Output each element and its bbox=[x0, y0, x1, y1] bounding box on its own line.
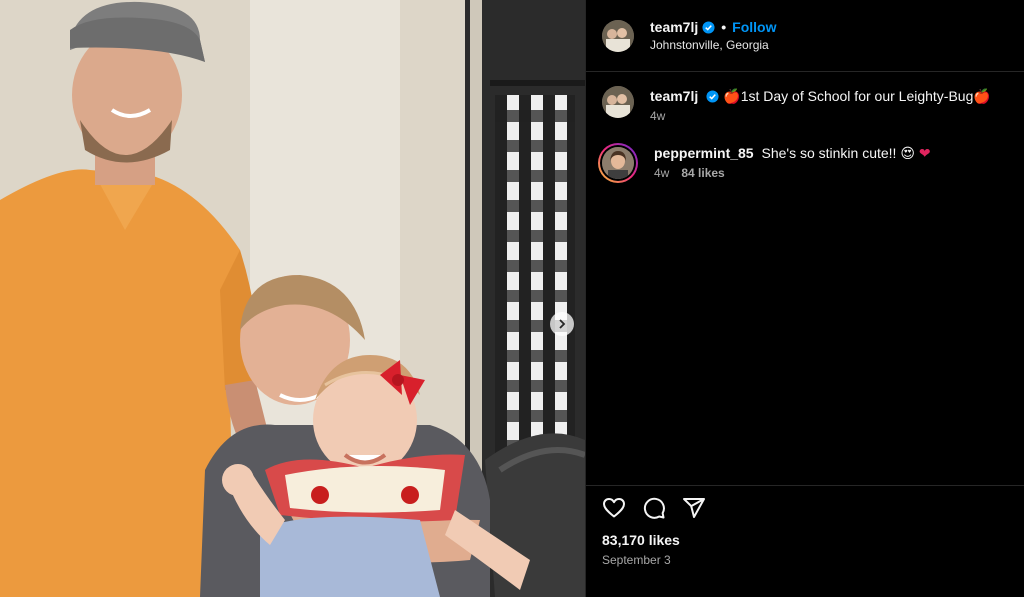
comment-time[interactable]: 4w bbox=[654, 166, 669, 180]
caption-author-avatar-image bbox=[602, 86, 634, 118]
post-side-panel: team7lj • Follow Johnstonville, Georgia bbox=[585, 0, 1024, 597]
next-photo-button[interactable] bbox=[550, 312, 574, 336]
commenter-story-ring[interactable] bbox=[598, 143, 638, 183]
commenter-avatar bbox=[602, 147, 634, 179]
author-username[interactable]: team7lj bbox=[650, 19, 698, 35]
caption-time[interactable]: 4w bbox=[650, 109, 665, 123]
verified-badge-icon bbox=[702, 20, 715, 34]
apple-emoji: 🍎 bbox=[723, 88, 741, 104]
paper-plane-icon[interactable] bbox=[682, 496, 706, 520]
instagram-post-modal: team7lj • Follow Johnstonville, Georgia bbox=[0, 0, 1024, 597]
comment-icon[interactable] bbox=[642, 496, 666, 520]
post-date[interactable]: September 3 bbox=[602, 553, 1008, 567]
author-avatar-image bbox=[602, 19, 634, 52]
heart-icon[interactable] bbox=[602, 496, 626, 520]
action-bar bbox=[602, 496, 1008, 520]
red-heart-emoji: ❤ bbox=[918, 145, 931, 161]
comment-item: peppermint_85 She's so stinkin cute!! 😍 … bbox=[598, 143, 1008, 183]
post-location[interactable]: Johnstonville, Georgia bbox=[650, 38, 776, 52]
family-photo-illustration bbox=[0, 0, 585, 597]
author-avatar[interactable] bbox=[602, 19, 634, 52]
post-photo[interactable] bbox=[0, 0, 585, 597]
post-likes-count[interactable]: 83,170 likes bbox=[602, 532, 1008, 548]
follow-button[interactable]: Follow bbox=[732, 19, 776, 35]
comments-list: team7lj 🍎1st Day of School for our Leight… bbox=[586, 72, 1024, 183]
caption-item: team7lj 🍎1st Day of School for our Leight… bbox=[602, 86, 1008, 123]
heart-eyes-emoji: 😍 bbox=[900, 145, 915, 161]
post-footer: 83,170 likes September 3 bbox=[586, 485, 1024, 597]
apple-emoji: 🍎 bbox=[973, 88, 991, 104]
commenter-avatar-image bbox=[602, 147, 634, 179]
chevron-right-icon bbox=[559, 319, 566, 329]
comment-likes[interactable]: 84 likes bbox=[681, 166, 724, 180]
comment-username[interactable]: peppermint_85 bbox=[654, 145, 754, 161]
separator-dot: • bbox=[721, 19, 727, 35]
verified-badge-icon bbox=[706, 90, 719, 103]
caption-author-avatar[interactable] bbox=[602, 86, 634, 118]
comment-text: She's so stinkin cute!! bbox=[761, 145, 897, 161]
caption-username[interactable]: team7lj bbox=[650, 88, 698, 104]
post-header: team7lj • Follow Johnstonville, Georgia bbox=[586, 0, 1024, 72]
caption-text: 1st Day of School for our Leighty-Bug bbox=[740, 88, 974, 104]
